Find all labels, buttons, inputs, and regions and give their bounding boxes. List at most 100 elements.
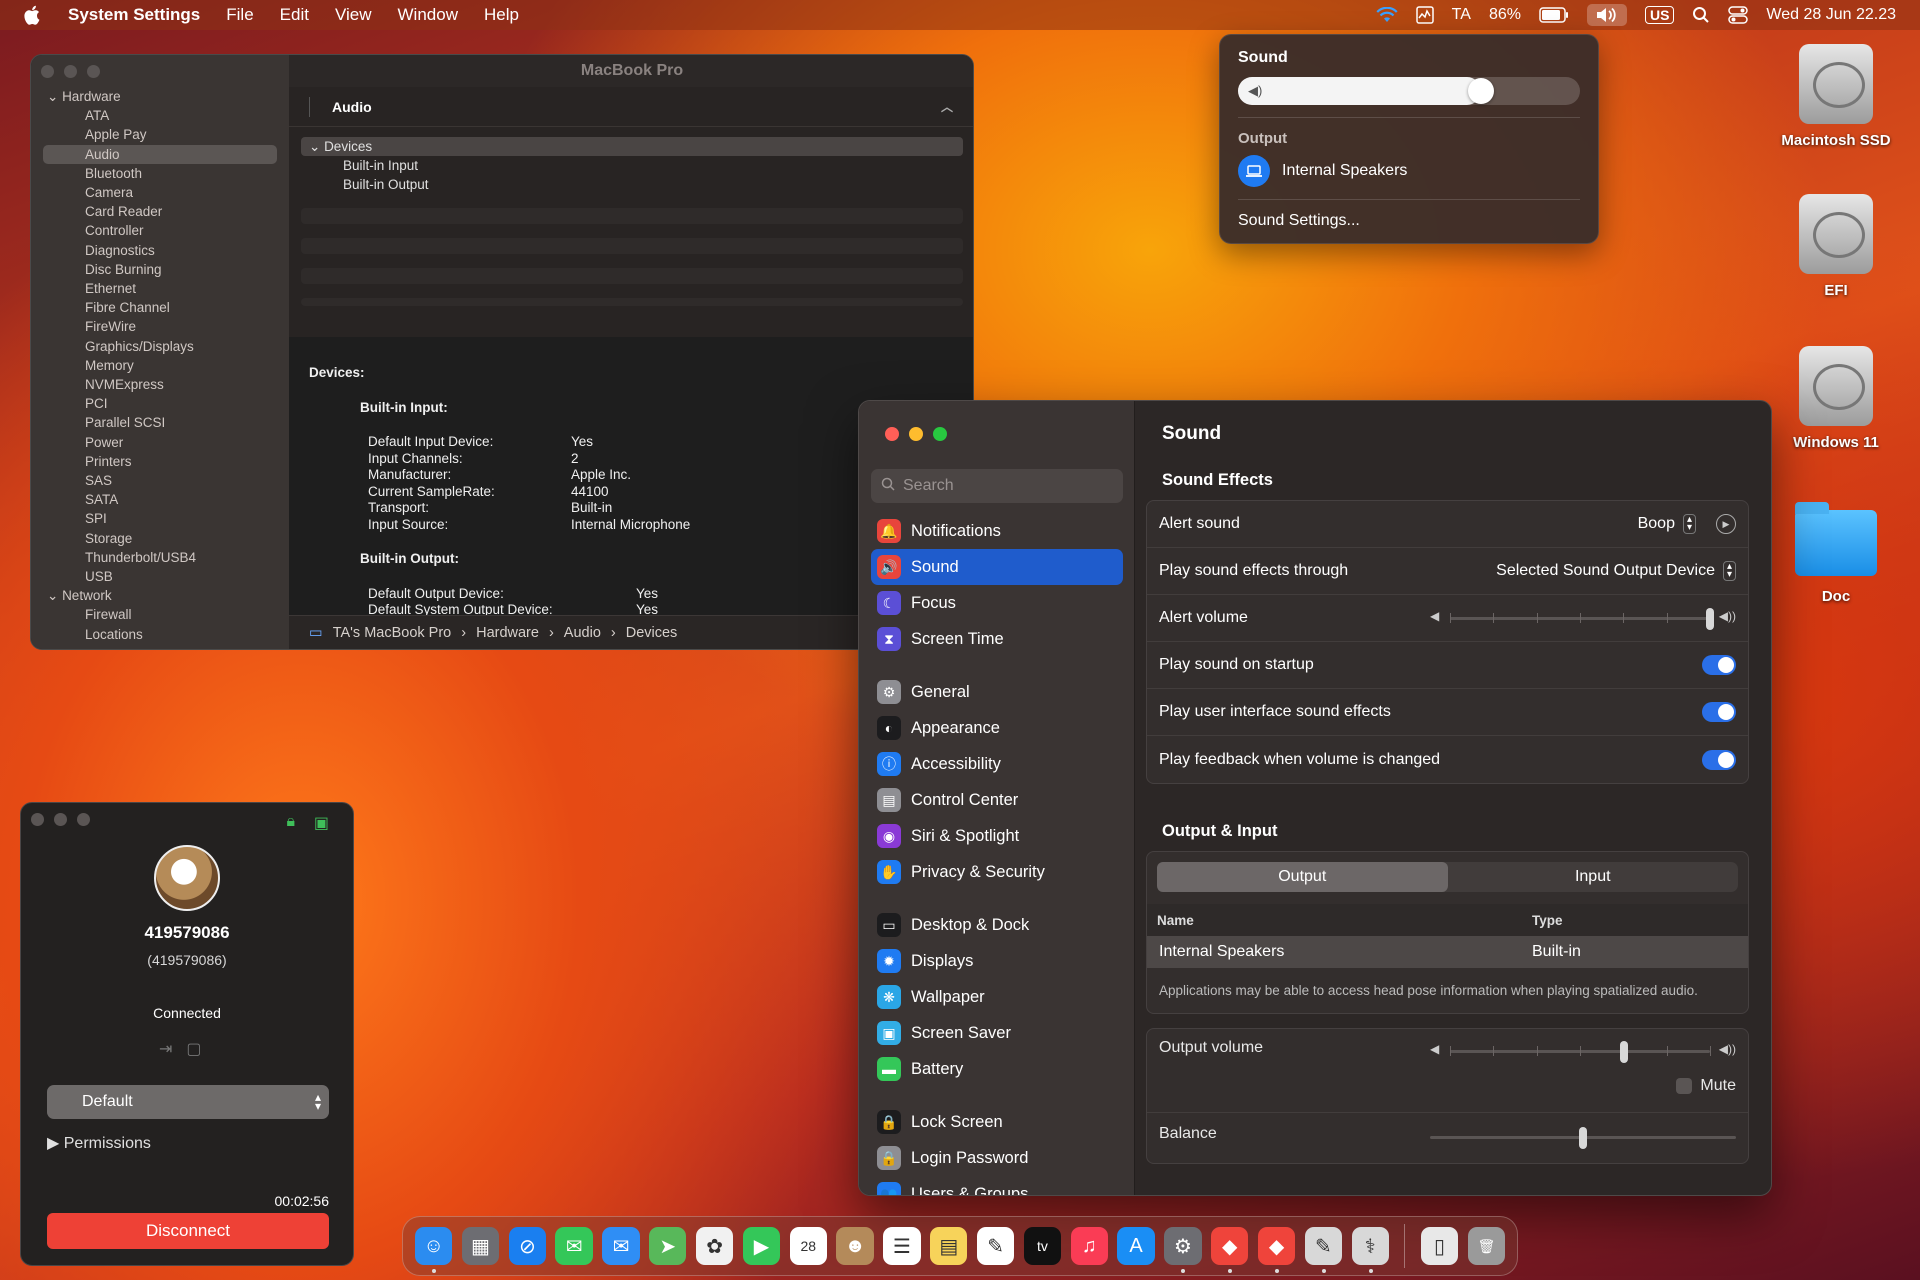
dock-app-documents[interactable]: ▯: [1420, 1227, 1459, 1265]
input-source[interactable]: US: [1644, 6, 1675, 24]
battery-percent[interactable]: 86%: [1489, 6, 1521, 24]
dock-app-contacts[interactable]: ☻: [836, 1227, 874, 1265]
minimize-button[interactable]: [909, 427, 923, 441]
menu-file[interactable]: File: [226, 5, 253, 25]
sound-settings-link[interactable]: Sound Settings...: [1238, 212, 1580, 230]
sidebar-item-storage[interactable]: Storage: [31, 529, 289, 548]
ui-sounds-toggle[interactable]: [1702, 702, 1736, 722]
dock-app-maps[interactable]: ➤: [649, 1227, 687, 1265]
volume-feedback-toggle[interactable]: [1702, 749, 1736, 770]
control-center-icon[interactable]: [1728, 6, 1749, 24]
sidebar-group-network[interactable]: ⌄ Network: [31, 586, 289, 605]
zoom-button[interactable]: [87, 65, 100, 78]
nav-item-lock-screen[interactable]: 🔒 Lock Screen: [871, 1104, 1123, 1140]
sidebar-item-ethernet[interactable]: Ethernet: [31, 279, 289, 298]
sidebar-item-graphics-displays[interactable]: Graphics/Displays: [31, 337, 289, 356]
minimize-button[interactable]: [54, 813, 67, 826]
play-icon[interactable]: ▶: [1716, 514, 1736, 534]
dock-app-messages[interactable]: ✉: [555, 1227, 593, 1265]
permissions-disclosure[interactable]: ▶ Permissions: [47, 1133, 151, 1153]
sidebar-item-parallel-scsi[interactable]: Parallel SCSI: [31, 413, 289, 432]
chevron-up-icon[interactable]: ︿: [941, 98, 953, 115]
sidebar-item-firewire[interactable]: FireWire: [31, 317, 289, 336]
menu-view[interactable]: View: [335, 5, 372, 25]
sidebar-item-controller[interactable]: Controller: [31, 221, 289, 240]
apple-icon[interactable]: [24, 5, 42, 25]
tab-input[interactable]: Input: [1448, 862, 1739, 892]
dock-app-anydesk[interactable]: ◆: [1211, 1227, 1249, 1273]
menu-window[interactable]: Window: [398, 5, 458, 25]
nav-item-notifications[interactable]: 🔔 Notifications: [871, 513, 1123, 549]
sidebar-item-ata[interactable]: ATA: [31, 106, 289, 125]
sidebar-item-printers[interactable]: Printers: [31, 452, 289, 471]
sidebar-item-apple-pay[interactable]: Apple Pay: [31, 125, 289, 144]
dock-app-mail[interactable]: ✉: [602, 1227, 640, 1265]
alert-volume-slider[interactable]: ◀ ◀)): [1430, 608, 1736, 630]
chat-bubble-icon[interactable]: ▢: [186, 1039, 201, 1059]
dock-app-tv[interactable]: tv: [1023, 1227, 1062, 1265]
close-button[interactable]: [31, 813, 44, 826]
zoom-button[interactable]: [933, 427, 947, 441]
breadcrumb-item[interactable]: Audio: [564, 625, 601, 641]
battery-icon[interactable]: [1539, 7, 1569, 23]
mute-checkbox[interactable]: Mute: [1676, 1077, 1736, 1095]
checkbox[interactable]: [1676, 1078, 1693, 1094]
disconnect-button[interactable]: Disconnect: [47, 1213, 329, 1249]
wifi-icon[interactable]: [1376, 7, 1398, 23]
tree-row-devices[interactable]: ⌄ Devices: [301, 137, 963, 156]
sidebar-item-audio[interactable]: Audio: [43, 144, 277, 164]
nav-item-screen-time[interactable]: ⧗ Screen Time: [871, 621, 1123, 657]
dock-app-trash[interactable]: 🗑: [1467, 1227, 1506, 1265]
dock-app-reminders[interactable]: ☰: [883, 1227, 921, 1265]
startup-sound-toggle[interactable]: [1702, 655, 1736, 675]
nav-item-battery[interactable]: ▬ Battery: [871, 1051, 1123, 1087]
menu-help[interactable]: Help: [484, 5, 519, 25]
desktop-icon-windows-11[interactable]: Windows 11: [1766, 346, 1906, 451]
sidebar-item-disc-burning[interactable]: Disc Burning: [31, 260, 289, 279]
play-through-popup[interactable]: Selected Sound Output Device ▴ ▾: [1496, 561, 1736, 581]
user-initials[interactable]: TA: [1452, 6, 1471, 24]
nav-item-privacy-security[interactable]: ✋ Privacy & Security: [871, 854, 1123, 890]
breadcrumb-item[interactable]: Hardware: [476, 625, 539, 641]
dock-app-music[interactable]: ♫: [1070, 1227, 1108, 1265]
nav-item-general[interactable]: ⚙ General: [871, 674, 1123, 710]
slider-thumb[interactable]: [1579, 1127, 1587, 1149]
sidebar-item-locations[interactable]: Locations: [31, 625, 289, 644]
volume-icon[interactable]: [1586, 4, 1627, 26]
alert-sound-popup[interactable]: Boop ▴ ▾ ▶: [1638, 514, 1736, 534]
dock-app-calendar[interactable]: 28: [789, 1227, 827, 1265]
dock-app-freeform[interactable]: ✎: [976, 1227, 1015, 1265]
dock-app-anydesk-2[interactable]: ◆: [1257, 1227, 1296, 1273]
dock-app-photos[interactable]: ✿: [695, 1227, 734, 1265]
sidebar-item-bluetooth[interactable]: Bluetooth: [31, 164, 289, 183]
dock-app-launchpad[interactable]: ▦: [461, 1227, 500, 1265]
nav-item-accessibility[interactable]: ⓘ Accessibility: [871, 746, 1123, 782]
output-device-item[interactable]: Internal Speakers: [1238, 155, 1580, 187]
nav-item-login-password[interactable]: 🔒 Login Password: [871, 1140, 1123, 1176]
spotlight-icon[interactable]: [1692, 6, 1710, 24]
desktop-icon-efi[interactable]: EFI: [1766, 194, 1906, 299]
sidebar-item-card-reader[interactable]: Card Reader: [31, 202, 289, 221]
minimize-button[interactable]: [64, 65, 77, 78]
sidebar-group-hardware[interactable]: ⌄ Hardware: [31, 87, 289, 106]
activity-monitor-icon[interactable]: [1415, 6, 1434, 24]
slider-thumb[interactable]: [1706, 608, 1714, 630]
tree-row-built-in-output[interactable]: Built-in Output: [301, 175, 963, 194]
nav-item-appearance[interactable]: ◐ Appearance: [871, 710, 1123, 746]
column-header-type[interactable]: Type: [1532, 913, 1563, 928]
sidebar-item-diagnostics[interactable]: Diagnostics: [31, 241, 289, 260]
sidebar-item-pci[interactable]: PCI: [31, 394, 289, 413]
nav-item-displays[interactable]: ✹ Displays: [871, 943, 1123, 979]
profile-select[interactable]: Default ▴ ▾: [47, 1085, 329, 1119]
sidebar-item-sas[interactable]: SAS: [31, 471, 289, 490]
zoom-button[interactable]: [77, 813, 90, 826]
close-button[interactable]: [885, 427, 899, 441]
sidebar-item-thunderbolt-usb4[interactable]: Thunderbolt/USB4: [31, 548, 289, 567]
nav-item-wallpaper[interactable]: ❋ Wallpaper: [871, 979, 1123, 1015]
file-transfer-icon[interactable]: ⇥: [159, 1039, 172, 1059]
balance-slider[interactable]: [1430, 1127, 1736, 1149]
sidebar-item-firewall[interactable]: Firewall: [31, 605, 289, 624]
dock-app-notes[interactable]: ▤: [930, 1227, 968, 1265]
dock-app-app-store[interactable]: A: [1117, 1227, 1155, 1265]
column-header-name[interactable]: Name: [1157, 913, 1532, 928]
